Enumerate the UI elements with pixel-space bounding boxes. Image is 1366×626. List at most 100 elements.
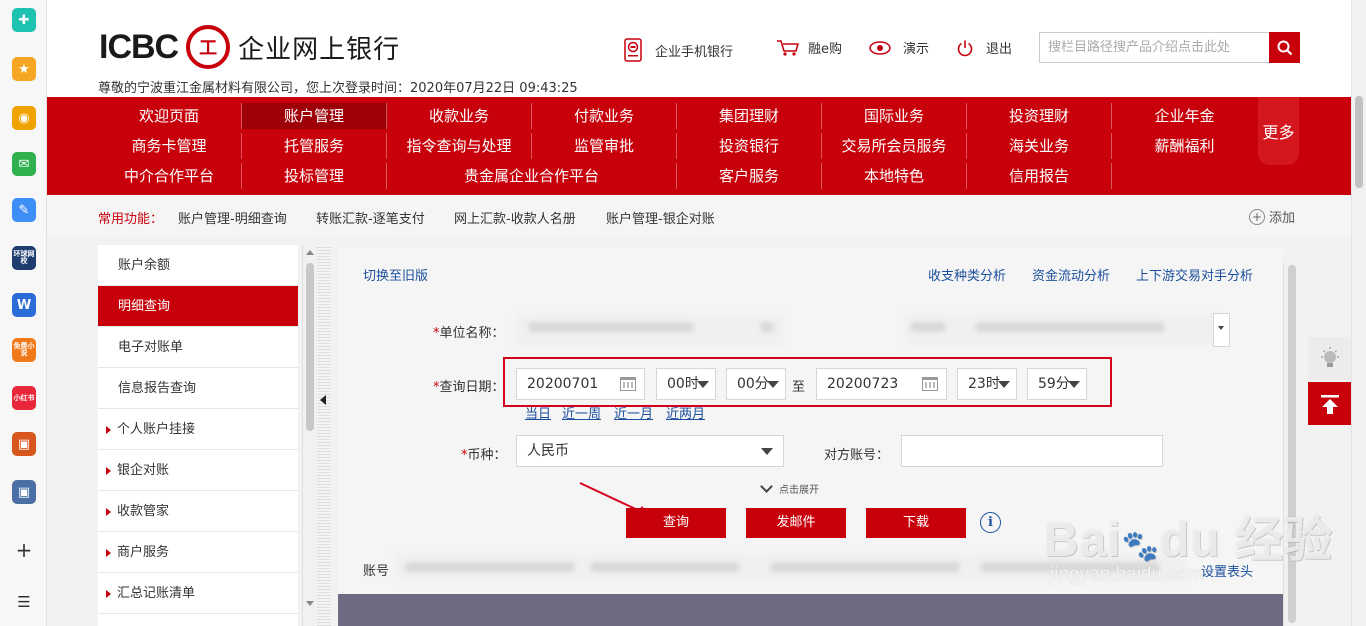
search-button[interactable] — [1269, 32, 1300, 63]
scrollbar-thumb[interactable] — [306, 263, 314, 431]
left-menu-item[interactable]: 账户余额 — [98, 245, 298, 286]
demo-link[interactable]: 演示 — [869, 38, 929, 57]
counterparty-account-label: 对方账号： — [824, 448, 890, 463]
quick-date-today[interactable]: 当日 — [525, 403, 551, 422]
list-menu-icon[interactable]: ☰ — [12, 590, 36, 614]
account-select-dropdown[interactable] — [1213, 313, 1230, 347]
nav-item[interactable]: 投资银行 — [677, 133, 822, 159]
nav-item[interactable]: 国际业务 — [822, 103, 967, 129]
fund-flow-analysis-link[interactable]: 资金流动分析 — [1032, 265, 1110, 284]
income-expense-analysis-link[interactable]: 收支种类分析 — [928, 265, 1006, 284]
add-app-icon[interactable]: + — [12, 538, 36, 562]
nav-item[interactable]: 中介合作平台 — [97, 163, 242, 189]
counterparty-account-input[interactable] — [901, 435, 1163, 467]
nav-item[interactable]: 监管审批 — [532, 133, 677, 159]
caret-right-icon — [106, 589, 111, 598]
counterparty-analysis-link[interactable]: 上下游交易对手分析 — [1136, 265, 1253, 284]
icbc-logo[interactable]: ICBC 工 企业网上银行 — [99, 24, 400, 70]
weibo-app-icon[interactable]: ◉ — [12, 106, 36, 130]
nav-item[interactable]: 付款业务 — [532, 103, 677, 129]
game-app-icon[interactable]: ▣ — [12, 432, 36, 456]
common-link-detail-query[interactable]: 账户管理-明细查询 — [178, 208, 287, 227]
common-link-payee-list[interactable]: 网上汇款-收款人名册 — [454, 208, 576, 227]
mail-app-icon[interactable]: ✉ — [12, 152, 36, 176]
app-launcher-sidebar: ✚ ★ ◉ ✉ ✎ 环球网校 W 免费小说小红书 ▣ ▣ + ☰ — [0, 0, 47, 626]
send-email-button[interactable]: 发邮件 — [746, 508, 846, 538]
logout-label: 退出 — [986, 42, 1013, 57]
left-menu-item[interactable]: 银企对账 — [98, 450, 298, 491]
nav-item[interactable]: 薪酬福利 — [1112, 133, 1257, 159]
info-icon[interactable]: i — [980, 512, 1001, 533]
nav-row-3: 中介合作平台 投标管理 贵金属企业合作平台 客户服务 本地特色 信用报告 — [97, 163, 1112, 191]
nav-more-button[interactable]: 更多 — [1258, 97, 1299, 165]
left-menu-item[interactable]: 个人账户挂接 — [98, 409, 298, 450]
scroll-down-arrow-icon[interactable] — [306, 601, 314, 606]
nav-item[interactable]: 客户服务 — [677, 163, 822, 189]
switch-old-version-link[interactable]: 切换至旧版 — [363, 265, 428, 284]
logo-cn-text: 企业网上银行 — [238, 34, 401, 65]
collapse-left-icon[interactable] — [320, 395, 326, 405]
search-icon — [1277, 40, 1292, 55]
quick-date-week[interactable]: 近一周 — [562, 403, 601, 422]
add-common-function-button[interactable]: + 添加 — [1249, 207, 1295, 226]
demo-label: 演示 — [903, 42, 930, 57]
download-button[interactable]: 下载 — [866, 508, 966, 538]
expand-more-button[interactable]: 点击展开 — [760, 479, 819, 496]
result-table-header — [338, 594, 1283, 626]
currency-select[interactable]: 人民币 — [516, 435, 784, 467]
scrollbar-thumb[interactable] — [1355, 96, 1363, 188]
left-menu-item[interactable]: 明细查询 — [98, 286, 298, 327]
quick-date-month[interactable]: 近一月 — [614, 403, 653, 422]
left-menu-item[interactable]: 商户服务 — [98, 532, 298, 573]
nav-item[interactable]: 投标管理 — [242, 163, 387, 189]
nav-item[interactable]: 商务卡管理 — [97, 133, 242, 159]
scroll-up-arrow-icon[interactable] — [306, 250, 314, 255]
nav-item[interactable]: 欢迎页面 — [97, 103, 242, 129]
common-link-reconciliation[interactable]: 账户管理-银企对账 — [606, 208, 715, 227]
chevron-down-icon — [760, 479, 773, 493]
nav-item[interactable]: 指令查询与处理 — [387, 133, 532, 159]
word-app-icon[interactable]: W — [12, 293, 36, 317]
logout-link[interactable]: 退出 — [956, 38, 1012, 57]
left-menu-item[interactable]: 汇总记账清单 — [98, 573, 298, 614]
game2-app-icon[interactable]: ▣ — [12, 480, 36, 504]
caret-right-icon — [106, 548, 111, 557]
set-table-header-link[interactable]: 设置表头 — [1201, 561, 1253, 580]
mobile-bank-link[interactable]: 企业手机银行 — [623, 38, 733, 62]
panel-splitter[interactable] — [317, 245, 331, 626]
left-menu-item[interactable]: 信息报告查询 — [98, 368, 298, 409]
nav-item[interactable]: 贵金属企业合作平台 — [387, 163, 677, 189]
nav-item[interactable]: 投资理财 — [967, 103, 1112, 129]
nav-item[interactable]: 企业年金 — [1112, 103, 1257, 129]
window-scrollbar[interactable] — [1351, 0, 1366, 626]
nav-item[interactable]: 账户管理 — [242, 103, 387, 129]
emall-link[interactable]: 融e购 — [776, 38, 842, 57]
scrollbar-thumb[interactable] — [1288, 265, 1296, 623]
nav-item[interactable]: 托管服务 — [242, 133, 387, 159]
quick-date-two-months[interactable]: 近两月 — [666, 403, 705, 422]
xiaohongshu-app-icon[interactable]: 小红书 — [12, 386, 36, 410]
search-input[interactable] — [1040, 33, 1268, 62]
nav-item[interactable]: 交易所会员服务 — [822, 133, 967, 159]
nav-item[interactable]: 信用报告 — [967, 163, 1112, 189]
emall-label: 融e购 — [808, 42, 842, 57]
nav-item[interactable]: 集团理财 — [677, 103, 822, 129]
novel-app-icon[interactable]: 免费小说 — [12, 338, 36, 362]
star-app-icon[interactable]: ★ — [12, 57, 36, 81]
lamp-toggle[interactable] — [1308, 337, 1351, 380]
main-scrollbar[interactable] — [1283, 263, 1299, 626]
plus-app-icon[interactable]: ✚ — [12, 8, 36, 32]
left-menu-scrollbar[interactable] — [302, 245, 316, 626]
common-link-transfer[interactable]: 转账汇款-逐笔支付 — [316, 208, 425, 227]
common-functions-label: 常用功能： — [98, 212, 164, 227]
nav-item[interactable]: 本地特色 — [822, 163, 967, 189]
news-app-icon[interactable]: 环球网校 — [12, 246, 36, 270]
left-menu-item[interactable]: 收款管家 — [98, 491, 298, 532]
nav-item[interactable]: 海关业务 — [967, 133, 1112, 159]
doc-edit-app-icon[interactable]: ✎ — [12, 198, 36, 222]
back-to-top-button[interactable] — [1308, 382, 1351, 425]
app-window: ✚ ★ ◉ ✉ ✎ 环球网校 W 免费小说 小红书 ▣ ▣ + ☰ ICBC 工 企业网上银行 尊敬的宁… — [0, 0, 1366, 626]
left-menu-item[interactable]: 电子对账单 — [98, 327, 298, 368]
nav-item[interactable]: 收款业务 — [387, 103, 532, 129]
query-button[interactable]: 查询 — [626, 508, 726, 538]
